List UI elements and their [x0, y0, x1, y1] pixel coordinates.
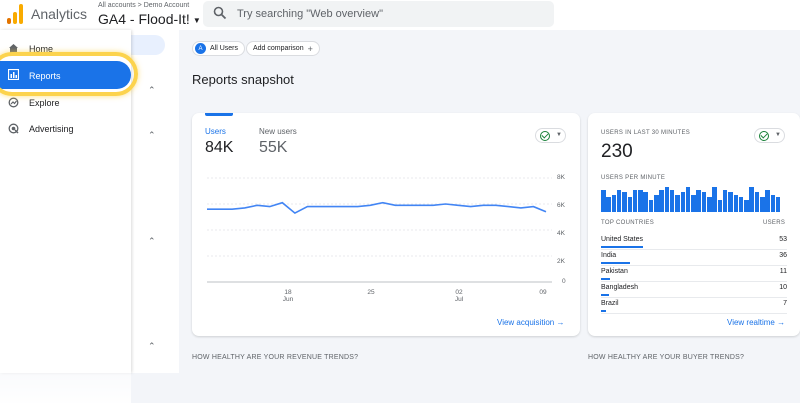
country-row[interactable]: Pakistan 11 — [601, 268, 787, 284]
country-share-bar — [601, 246, 643, 248]
view-realtime-link[interactable]: View realtime → — [727, 318, 785, 327]
per-minute-bar — [659, 189, 664, 212]
per-minute-bar — [722, 189, 728, 212]
x-tick-label: 18 — [284, 289, 292, 296]
country-share-bar — [601, 278, 610, 280]
country-share-bar — [601, 262, 630, 264]
per-minute-bar — [696, 189, 701, 212]
country-share-bar — [601, 294, 609, 296]
per-minute-bar — [638, 189, 643, 212]
realtime-quality-button[interactable]: ▼ — [754, 128, 785, 143]
sidebar-item-label: Advertising — [29, 124, 74, 134]
row-divider — [601, 313, 787, 314]
row-divider — [601, 249, 787, 250]
country-name: United States — [601, 236, 644, 243]
per-minute-bar — [611, 194, 617, 212]
realtime-title: USERS IN LAST 30 MINUTES — [601, 130, 691, 136]
sidebar-item-advertising[interactable]: Advertising — [0, 118, 131, 140]
row-divider — [601, 281, 787, 282]
per-minute-bar — [648, 199, 654, 212]
view-acquisition-label: View acquisition — [497, 318, 555, 327]
y-tick-label: 6K — [557, 202, 565, 209]
country-row[interactable]: Bangladesh 10 — [601, 284, 787, 300]
per-minute-bar — [775, 197, 781, 212]
realtime-value: 230 — [601, 141, 633, 162]
x-tick-label: 25 — [367, 289, 375, 296]
per-minute-bar — [765, 189, 770, 212]
per-minute-bar — [754, 192, 760, 212]
x-tick-label: 02 — [455, 289, 463, 296]
view-acquisition-link[interactable]: View acquisition → — [497, 318, 564, 327]
per-minute-bars — [601, 187, 781, 212]
sidebar-item-label: Explore — [29, 98, 60, 108]
per-minute-bar — [669, 189, 675, 212]
country-users: 7 — [783, 300, 787, 307]
x-tick-label: 09 — [539, 289, 547, 296]
per-minute-bar — [712, 187, 717, 212]
country-users: 36 — [779, 252, 787, 259]
advertising-icon — [8, 123, 19, 134]
x-tick-month: Jun — [282, 296, 294, 303]
per-minute-label: USERS PER MINUTE — [601, 175, 666, 181]
per-minute-bar — [627, 197, 632, 212]
country-users: 11 — [779, 268, 787, 275]
country-name: Brazil — [601, 300, 619, 307]
per-minute-bar — [749, 187, 754, 212]
sidebar: Home Reports Explore Advertising — [0, 30, 138, 403]
y-tick-label: 2K — [557, 258, 565, 265]
per-minute-bar — [701, 192, 707, 212]
x-tick-month: Jul — [454, 296, 464, 303]
country-row[interactable]: Brazil 7 — [601, 300, 787, 316]
country-name: India — [601, 252, 617, 259]
country-share-bar — [601, 310, 607, 312]
per-minute-bar — [733, 194, 738, 212]
country-row[interactable]: India 36 — [601, 252, 787, 268]
per-minute-bar — [685, 187, 691, 212]
per-minute-bar — [760, 197, 765, 212]
y-tick-label: 0 — [562, 278, 566, 285]
country-row[interactable]: United States 53 — [601, 236, 787, 252]
buyer-trends-heading: HOW HEALTHY ARE YOUR BUYER TRENDS? — [588, 354, 745, 361]
reports-highlight-ring — [0, 52, 138, 96]
per-minute-bar — [606, 197, 611, 212]
y-tick-label: 8K — [557, 174, 565, 181]
per-minute-bar — [622, 192, 627, 212]
y-tick-label: 4K — [557, 230, 565, 237]
per-minute-bar — [675, 194, 680, 212]
explore-icon — [8, 97, 19, 108]
check-circle-icon — [759, 131, 769, 141]
revenue-trends-heading: HOW HEALTHY ARE YOUR REVENUE TRENDS? — [192, 354, 359, 361]
users-column-header: USERS — [763, 220, 786, 226]
row-divider — [601, 297, 787, 298]
per-minute-bar — [707, 197, 712, 212]
per-minute-bar — [643, 192, 648, 212]
per-minute-bar — [664, 187, 670, 212]
country-name: Bangladesh — [601, 284, 638, 291]
country-users: 53 — [779, 236, 787, 243]
per-minute-bar — [744, 199, 749, 212]
per-minute-bar — [601, 189, 606, 212]
per-minute-bar — [691, 194, 696, 212]
per-minute-bar — [728, 192, 733, 212]
per-minute-bar — [770, 194, 776, 212]
country-name: Pakistan — [601, 268, 628, 275]
per-minute-bar — [738, 197, 744, 212]
row-divider — [601, 265, 787, 266]
dropdown-arrow-icon: ▼ — [775, 132, 781, 138]
view-realtime-label: View realtime — [727, 318, 775, 327]
per-minute-bar — [717, 199, 723, 212]
top-countries-header: TOP COUNTRIES — [601, 220, 655, 226]
arrow-right-icon: → — [556, 318, 565, 327]
per-minute-bar — [632, 189, 638, 212]
country-users: 10 — [779, 284, 787, 291]
per-minute-bar — [654, 194, 659, 212]
per-minute-bar — [680, 192, 685, 212]
sidebar-fade — [0, 330, 131, 403]
arrow-right-icon: → — [777, 318, 786, 327]
per-minute-bar — [616, 189, 622, 212]
